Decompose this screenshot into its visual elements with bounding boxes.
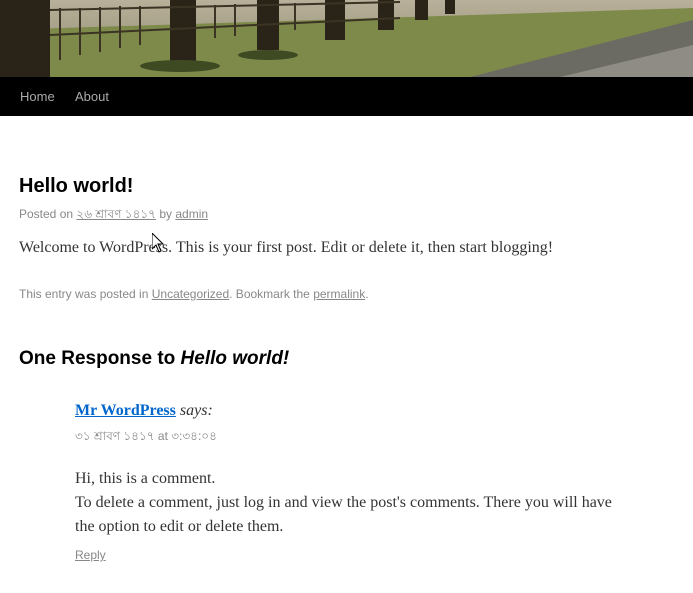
comment-author: Mr WordPress says:	[75, 402, 213, 420]
post-author-link[interactable]: admin	[175, 207, 208, 221]
nav-item-about[interactable]: About	[75, 89, 109, 104]
reply-link[interactable]: Reply	[75, 548, 106, 562]
post-meta-prefix: Posted on	[19, 207, 74, 221]
post-footer-middle: . Bookmark the	[229, 287, 310, 301]
post-footer-suffix: .	[365, 287, 369, 301]
permalink-link[interactable]: permalink	[313, 287, 365, 301]
main-nav: Home About	[0, 77, 693, 116]
comment-text-line: Hi, this is a comment.	[75, 470, 216, 487]
post-date-link[interactable]: ২৬ শ্রাবণ ১৪১৭	[76, 207, 156, 221]
header-image	[0, 0, 693, 77]
comments-title: One Response to Hello world!	[19, 348, 289, 370]
comments-title-prefix: One Response to	[19, 348, 176, 369]
mouse-cursor-icon	[151, 231, 165, 258]
post-meta-by: by	[159, 207, 172, 221]
comment-says: says:	[179, 402, 213, 419]
post-meta: Posted on ২৬ শ্রাবণ ১৪১৭ by admin	[19, 206, 208, 226]
post-footer: This entry was posted in Uncategorized. …	[19, 287, 369, 301]
comment-author-link[interactable]: Mr WordPress	[75, 402, 176, 419]
post-footer-prefix: This entry was posted in	[19, 287, 149, 301]
category-link[interactable]: Uncategorized	[152, 287, 229, 301]
comments-title-post: Hello world!	[180, 348, 290, 369]
post-content: Welcome to WordPress. This is your first…	[19, 239, 554, 256]
comment-datetime[interactable]: ৩১ শ্রাবণ ১৪১৭ at ৩:৩৪:০৪	[75, 428, 217, 448]
comment-text-line: To delete a comment, just log in and vie…	[75, 494, 612, 535]
comment-body: Hi, this is a comment. To delete a comme…	[75, 467, 635, 539]
nav-item-home[interactable]: Home	[20, 89, 55, 104]
post-title[interactable]: Hello world!	[19, 175, 133, 198]
